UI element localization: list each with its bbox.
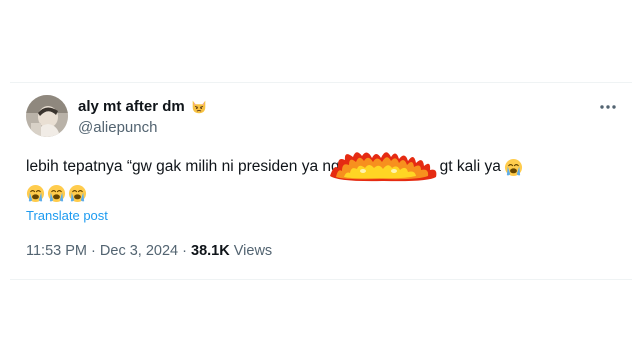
fire-censor-sticker-icon: [329, 152, 437, 182]
tweet-metadata: 11:53 PM · Dec 3, 2024 · 38.1K Views: [26, 243, 272, 259]
avatar[interactable]: [26, 95, 68, 137]
pouting-cat-icon: [192, 100, 206, 114]
user-handle[interactable]: @aliepunch: [78, 119, 157, 136]
tweet-text-part-1: lebih tepatnya “gw gak milih ni presiden…: [26, 158, 340, 175]
meta-separator: ·: [182, 243, 187, 259]
views-label: Views: [233, 243, 273, 259]
meta-separator: ·: [91, 243, 96, 259]
tweet-text-line-2: [26, 180, 616, 206]
more-options-button[interactable]: [598, 97, 618, 117]
loudly-crying-face-icon: [504, 158, 522, 176]
avatar-photo-icon: [26, 95, 68, 137]
tweet-text-part-2: gt kali ya: [439, 158, 501, 175]
views-count[interactable]: 38.1K: [191, 243, 230, 259]
tweet-date[interactable]: Dec 3, 2024: [100, 243, 178, 259]
tweet-time[interactable]: 11:53 PM: [26, 243, 87, 259]
translate-post-link[interactable]: Translate post: [26, 208, 108, 223]
tweet-text: lebih tepatnya “gw gak milih ni presiden…: [26, 152, 616, 206]
loudly-crying-face-icon: [26, 184, 45, 202]
tweet-text-line-1: lebih tepatnya “gw gak milih ni presiden…: [26, 152, 616, 182]
loudly-crying-face-icon: [47, 184, 66, 202]
loudly-crying-face-icon: [68, 184, 87, 202]
page: aly mt after dm @aliepunch lebih tepatny…: [0, 0, 640, 360]
display-name[interactable]: aly mt after dm: [78, 98, 185, 115]
display-name-row[interactable]: aly mt after dm: [78, 97, 208, 115]
tweet-card[interactable]: aly mt after dm @aliepunch lebih tepatny…: [10, 82, 632, 280]
more-dots-icon: [600, 105, 616, 109]
